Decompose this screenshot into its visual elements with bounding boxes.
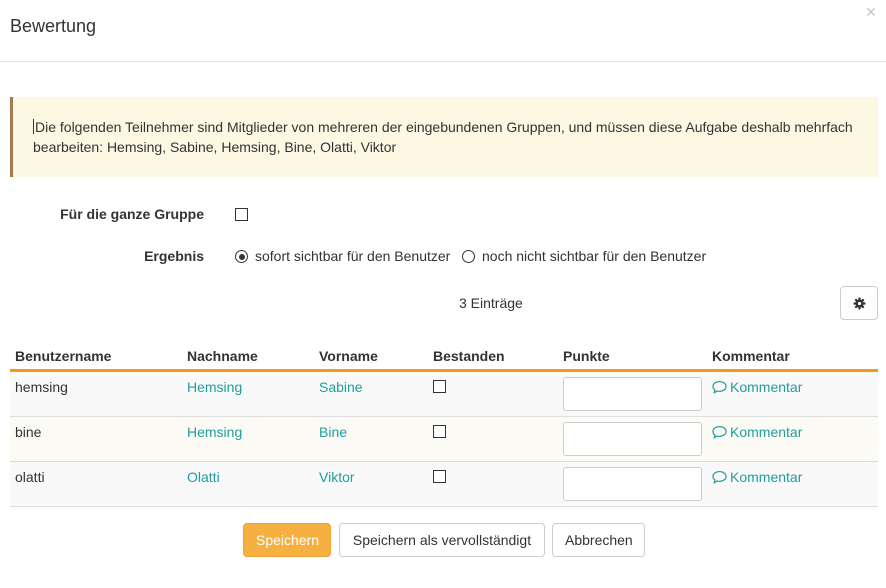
close-icon[interactable]: × [862,3,880,21]
passed-checkbox[interactable] [433,425,446,438]
table-header: Benutzername Nachname Vorname Bestanden … [10,339,878,372]
lastname-link[interactable]: Hemsing [187,379,242,395]
lastname-link[interactable]: Hemsing [187,424,242,440]
result-label: Ergebnis [144,248,204,264]
comment-link[interactable]: Kommentar [712,424,802,440]
table-settings-button[interactable] [840,286,878,320]
warning-text: Die folgenden Teilnehmer sind Mitglieder… [33,119,853,155]
column-points[interactable]: Punkte [563,348,610,364]
username-cell: bine [15,424,42,440]
result-radio-hidden[interactable] [462,250,475,263]
username-cell: hemsing [15,379,68,395]
firstname-link[interactable]: Viktor [319,469,355,485]
result-radio-visible[interactable] [235,250,248,263]
table-row: bine Hemsing Bine Kommentar [10,417,878,462]
text-caret [33,119,34,134]
comment-bubble-icon [712,380,727,394]
gear-icon [853,297,865,309]
firstname-link[interactable]: Sabine [319,379,363,395]
dialog-header: Bewertung × [0,0,886,62]
whole-group-checkbox[interactable] [235,208,248,221]
points-input[interactable] [563,377,702,411]
column-username[interactable]: Benutzername [15,348,111,364]
whole-group-label: Für die ganze Gruppe [60,206,204,222]
entries-count: 3 Einträge [459,295,523,311]
cancel-button[interactable]: Abbrechen [552,523,645,557]
result-option-visible-label[interactable]: sofort sichtbar für den Benutzer [255,248,450,264]
column-comment[interactable]: Kommentar [712,348,790,364]
points-input[interactable] [563,422,702,456]
firstname-link[interactable]: Bine [319,424,347,440]
column-passed[interactable]: Bestanden [433,348,505,364]
warning-box: Die folgenden Teilnehmer sind Mitglieder… [10,97,878,177]
passed-checkbox[interactable] [433,380,446,393]
passed-checkbox[interactable] [433,470,446,483]
column-lastname[interactable]: Nachname [187,348,258,364]
username-cell: olatti [15,469,45,485]
column-firstname[interactable]: Vorname [319,348,378,364]
comment-bubble-icon [712,425,727,439]
comment-link-label: Kommentar [730,379,803,395]
save-button[interactable]: Speichern [243,523,331,557]
points-input[interactable] [563,467,702,501]
comment-link[interactable]: Kommentar [712,379,802,395]
result-option-hidden-label[interactable]: noch nicht sichtbar für den Benutzer [482,248,706,264]
participants-table: Benutzername Nachname Vorname Bestanden … [10,339,878,507]
table-row: olatti Olatti Viktor Kommentar [10,462,878,507]
comment-link-label: Kommentar [730,469,803,485]
comment-bubble-icon [712,470,727,484]
save-complete-button[interactable]: Speichern als vervollständigt [339,523,545,557]
table-row: hemsing Hemsing Sabine Kommentar [10,372,878,417]
comment-link-label: Kommentar [730,424,803,440]
lastname-link[interactable]: Olatti [187,469,220,485]
dialog-title: Bewertung [10,16,97,36]
comment-link[interactable]: Kommentar [712,469,802,485]
